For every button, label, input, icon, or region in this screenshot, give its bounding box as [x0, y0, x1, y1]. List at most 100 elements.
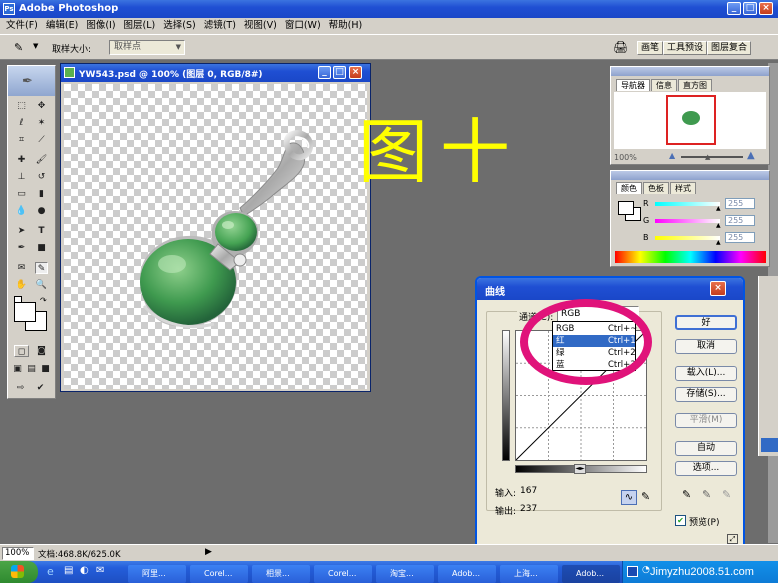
tab-info[interactable]: 信息 — [651, 79, 677, 91]
taskbar-item-0[interactable]: 阿里... — [128, 565, 186, 583]
cancel-button[interactable]: 取消 — [675, 339, 737, 354]
pencil-mode-icon[interactable]: ✎ — [641, 490, 650, 503]
shape-tool-icon[interactable]: ■ — [35, 242, 48, 254]
imageready-icon[interactable]: ✔ — [34, 382, 47, 394]
smooth-button[interactable]: 平滑(M) — [675, 413, 737, 428]
channel-b-thumb-icon[interactable]: ▲ — [716, 239, 721, 246]
navigator-zoom-slider[interactable] — [681, 156, 743, 158]
channel-r-value[interactable]: 255 — [725, 198, 755, 209]
path-selection-tool-icon[interactable]: ➤ — [15, 225, 28, 237]
palette-tab-brushes[interactable]: 画笔 — [637, 41, 664, 55]
black-point-eyedropper-icon[interactable]: ✎ — [682, 488, 691, 501]
close-button[interactable]: × — [759, 2, 773, 15]
menu-filter[interactable]: 滤镜(T) — [200, 18, 240, 34]
palette-tab-layer-comps[interactable]: 图层复合 — [707, 41, 752, 55]
curve-mode-icon[interactable]: ∿ — [621, 490, 637, 505]
channel-g-thumb-icon[interactable]: ▲ — [716, 222, 721, 229]
taskbar-item-5[interactable]: Adob... — [438, 565, 496, 583]
curves-title-bar[interactable]: 曲线 × — [477, 278, 743, 300]
quicklaunch-desktop-icon[interactable]: ▤ — [64, 565, 73, 576]
zoom-slider-thumb-icon[interactable]: ▲ — [705, 153, 710, 161]
taskbar-item-3[interactable]: Corel... — [314, 565, 372, 583]
ok-button[interactable]: 好 — [675, 315, 737, 330]
channel-g-slider[interactable] — [655, 219, 720, 223]
tab-styles[interactable]: 样式 — [670, 182, 696, 194]
gray-point-eyedropper-icon[interactable]: ✎ — [702, 488, 711, 501]
brush-tool-icon[interactable]: 🖌 — [35, 154, 48, 166]
options-button[interactable]: 选项... — [675, 461, 737, 476]
lasso-tool-icon[interactable]: ℓ — [15, 117, 28, 129]
status-menu-arrow-icon[interactable]: ▶ — [205, 547, 212, 557]
screen-mode-full-menu-icon[interactable]: ▤ — [25, 363, 38, 375]
tab-navigator[interactable]: 导航器 — [616, 79, 650, 91]
slice-tool-icon[interactable]: ⟋ — [35, 134, 48, 146]
document-canvas[interactable] — [64, 84, 367, 389]
menu-view[interactable]: 视图(V) — [240, 18, 281, 34]
eyedropper-active-tool-icon[interactable]: ✎ — [35, 262, 48, 274]
curves-close-button[interactable]: × — [710, 281, 726, 296]
tray-language-icon[interactable] — [627, 566, 638, 577]
hand-tool-icon[interactable]: ✋ — [15, 279, 28, 291]
gradient-toggle-icon[interactable]: ◄► — [574, 464, 586, 474]
load-button[interactable]: 载入(L)... — [675, 366, 737, 381]
quicklaunch-media-icon[interactable]: ◐ — [80, 565, 89, 576]
gradient-tool-icon[interactable]: ▮ — [35, 188, 48, 200]
menu-layer[interactable]: 图层(L) — [120, 18, 160, 34]
eraser-tool-icon[interactable]: ▭ — [15, 188, 28, 200]
taskbar-item-1[interactable]: Corel... — [190, 565, 248, 583]
notes-tool-icon[interactable]: ✉ — [15, 262, 28, 274]
menu-edit[interactable]: 编辑(E) — [42, 18, 82, 34]
taskbar-item-6[interactable]: 上海... — [500, 565, 558, 583]
navigator-view-box[interactable] — [666, 95, 716, 145]
pen-tool-icon[interactable]: ✒ — [15, 242, 28, 254]
standard-mode-icon[interactable]: ◻ — [14, 345, 29, 357]
quick-mask-mode-icon[interactable]: ◙ — [34, 345, 49, 357]
magic-wand-tool-icon[interactable]: ✶ — [35, 117, 48, 129]
clone-stamp-tool-icon[interactable]: ⊥ — [15, 171, 28, 183]
minimize-button[interactable]: _ — [727, 2, 741, 15]
blur-tool-icon[interactable]: 💧 — [15, 205, 28, 217]
crop-tool-icon[interactable]: ⌗ — [15, 134, 28, 146]
tab-color[interactable]: 颜色 — [616, 182, 642, 194]
tool-preset-arrow-icon[interactable]: ▼ — [33, 42, 38, 50]
zoom-in-icon[interactable]: ▲ — [747, 150, 755, 161]
document-title-bar[interactable]: YW543.psd @ 100% (图层 0, RGB/8#) _ □ × — [61, 64, 370, 82]
history-brush-tool-icon[interactable]: ↺ — [35, 171, 48, 183]
fg-color-swatch[interactable] — [618, 201, 634, 215]
zoom-tool-icon[interactable]: 🔍 — [35, 279, 48, 291]
channel-r-thumb-icon[interactable]: ▲ — [716, 205, 721, 212]
eyedropper-tool-icon[interactable]: ✎ — [14, 41, 23, 54]
taskbar-item-7[interactable]: Adob... — [562, 565, 620, 583]
channel-b-slider[interactable] — [655, 236, 720, 240]
color-spectrum-bar[interactable] — [615, 251, 766, 263]
dodge-tool-icon[interactable]: ● — [35, 205, 48, 217]
screen-mode-full-icon[interactable]: ■ — [39, 363, 52, 375]
quicklaunch-ie-icon[interactable]: e — [47, 565, 54, 578]
type-tool-icon[interactable]: T — [35, 225, 48, 237]
foreground-color-swatch[interactable] — [14, 302, 36, 322]
menu-file[interactable]: 文件(F) — [2, 18, 42, 34]
layer-row-selected[interactable] — [761, 438, 778, 452]
navigator-title-bar[interactable] — [611, 67, 769, 76]
quicklaunch-mail-icon[interactable]: ✉ — [96, 565, 104, 576]
white-point-eyedropper-icon[interactable]: ✎ — [722, 488, 731, 501]
save-button[interactable]: 存储(S)... — [675, 387, 737, 402]
channel-g-value[interactable]: 255 — [725, 215, 755, 226]
palette-tab-tool-presets[interactable]: 工具预设 — [663, 41, 708, 55]
channel-r-slider[interactable] — [655, 202, 720, 206]
doc-maximize-button[interactable]: □ — [333, 66, 346, 79]
feather-logo-icon[interactable]: ✒ — [22, 74, 33, 89]
sample-size-select[interactable]: 取样点 ▼ — [109, 40, 185, 55]
color-title-bar[interactable] — [611, 171, 769, 180]
taskbar-item-2[interactable]: 相景... — [252, 565, 310, 583]
marquee-tool-icon[interactable]: ⬚ — [15, 100, 28, 112]
tab-swatches[interactable]: 色板 — [643, 182, 669, 194]
tab-histogram[interactable]: 直方图 — [678, 79, 712, 91]
taskbar-item-4[interactable]: 淘宝... — [376, 565, 434, 583]
preview-checkbox[interactable]: ✔ — [675, 515, 686, 526]
auto-button[interactable]: 自动 — [675, 441, 737, 456]
channel-b-value[interactable]: 255 — [725, 232, 755, 243]
screen-mode-standard-icon[interactable]: ▣ — [11, 363, 24, 375]
jump-to-imageready-icon[interactable]: ⇨ — [14, 382, 27, 394]
swap-colors-icon[interactable]: ↷ — [40, 296, 47, 305]
